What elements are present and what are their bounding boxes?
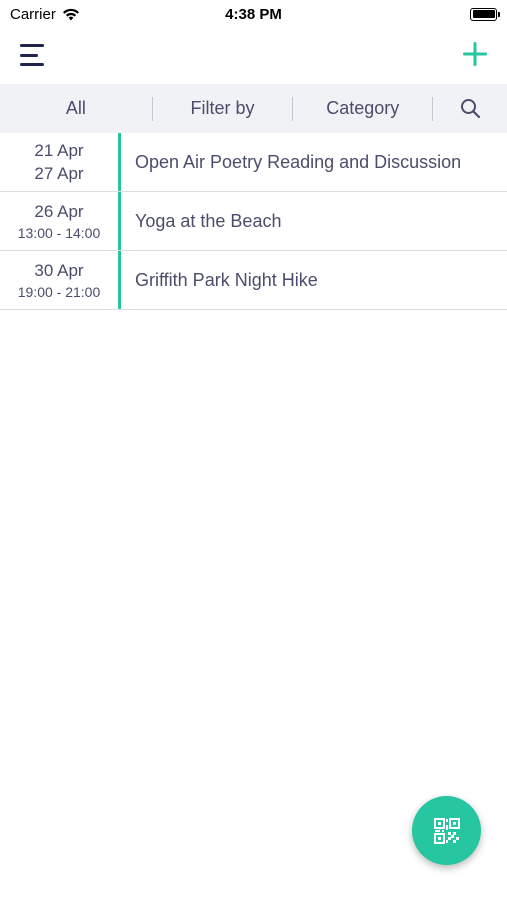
category-tab[interactable]: Category — [293, 84, 432, 133]
menu-line — [20, 63, 44, 66]
wifi-icon — [62, 8, 79, 20]
event-date-cell: 30 Apr 19:00 - 21:00 — [0, 251, 121, 309]
event-date-cell: 21 Apr 27 Apr — [0, 133, 121, 191]
filter-bar: All Filter by Category — [0, 84, 507, 133]
status-bar: Carrier 4:38 PM — [0, 0, 507, 28]
event-list: 21 Apr 27 Apr Open Air Poetry Reading an… — [0, 133, 507, 310]
event-row[interactable]: 30 Apr 19:00 - 21:00 Griffith Park Night… — [0, 251, 507, 310]
event-row[interactable]: 26 Apr 13:00 - 14:00 Yoga at the Beach — [0, 192, 507, 251]
event-title: Griffith Park Night Hike — [135, 269, 318, 290]
event-date-cell: 26 Apr 13:00 - 14:00 — [0, 192, 121, 250]
hamburger-menu-icon[interactable] — [18, 42, 48, 68]
event-row[interactable]: 21 Apr 27 Apr Open Air Poetry Reading an… — [0, 133, 507, 192]
event-date: 26 Apr — [34, 201, 84, 221]
menu-line — [20, 44, 44, 47]
search-button[interactable] — [433, 84, 507, 133]
status-left: Carrier — [10, 6, 80, 23]
battery-icon — [470, 7, 500, 21]
event-time: 13:00 - 14:00 — [17, 224, 101, 241]
filter-by-tab[interactable]: Filter by — [153, 84, 293, 133]
carrier-label: Carrier — [10, 5, 56, 23]
qr-scan-button[interactable] — [412, 796, 481, 865]
qr-code-icon — [433, 817, 460, 844]
event-start-date: 21 Apr — [34, 141, 84, 160]
menu-line — [20, 53, 38, 57]
event-title: Open Air Poetry Reading and Discussion — [135, 151, 462, 172]
events-screen: Carrier 4:38 PM All Filter by Category 2… — [0, 0, 507, 900]
battery-fill — [472, 10, 495, 18]
nav-bar — [0, 28, 507, 84]
filter-all-tab[interactable]: All — [0, 84, 152, 133]
event-title: Yoga at the Beach — [135, 210, 282, 231]
search-icon — [460, 99, 480, 119]
event-time: 19:00 - 21:00 — [17, 283, 101, 300]
event-date: 30 Apr — [34, 260, 84, 280]
event-end-date: 27 Apr — [34, 164, 84, 183]
plus-icon[interactable] — [461, 40, 489, 68]
